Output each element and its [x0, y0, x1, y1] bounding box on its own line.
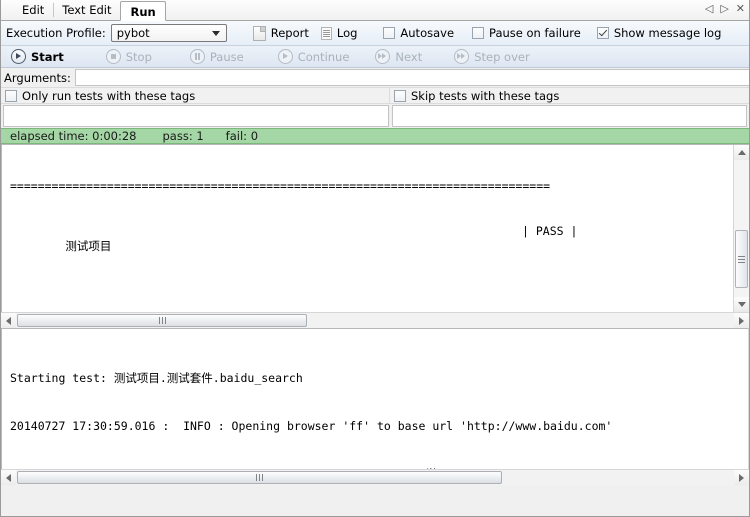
continue-label: Continue: [297, 49, 350, 64]
step-over-icon: [454, 49, 470, 64]
report-icon: [252, 25, 266, 41]
message-log-hscroll-thumb[interactable]: [17, 471, 502, 484]
console-suite-name: 测试项目: [65, 239, 112, 253]
pause-on-failure-checkbox[interactable]: Pause on failure: [472, 26, 581, 40]
only-run-tags-input[interactable]: [3, 105, 389, 127]
show-message-log-checkbox[interactable]: Show message log: [596, 26, 722, 40]
tab-edit[interactable]: Edit: [13, 0, 53, 20]
scroll-right-icon[interactable]: [734, 470, 749, 485]
tag-inputs-row: [1, 104, 749, 128]
skip-tags-input[interactable]: [392, 105, 747, 127]
console-hscroll-thumb[interactable]: [17, 314, 307, 327]
pause-icon: [189, 49, 205, 64]
checkbox-box: [394, 89, 406, 102]
report-label: Report: [270, 26, 309, 40]
tab-nav-controls: ◁ ▷ ✕: [705, 3, 745, 15]
stop-button[interactable]: Stop: [105, 49, 152, 64]
tab-text-edit[interactable]: Text Edit: [53, 0, 120, 20]
next-label: Next: [395, 49, 423, 64]
console-vertical-scrollbar[interactable]: [733, 145, 749, 312]
message-log-line: 20140727 17:30:59.016 : INFO : Opening b…: [10, 419, 613, 433]
scroll-up-icon[interactable]: [734, 145, 749, 160]
message-log-horizontal-scrollbar[interactable]: [1, 469, 749, 485]
run-status-bar: elapsed time: 0:00:28 pass: 1 fail: 0: [1, 128, 749, 144]
skip-tags-checkbox[interactable]: Skip tests with these tags: [390, 88, 749, 103]
execution-profile-value: pybot: [116, 26, 150, 40]
checkbox-box: [5, 89, 17, 102]
console-output-text[interactable]: ========================================…: [2, 145, 733, 312]
continue-icon: [277, 49, 293, 64]
only-run-tags-label: Only run tests with these tags: [22, 88, 196, 103]
play-icon: [11, 49, 26, 64]
continue-button[interactable]: Continue: [277, 49, 350, 64]
next-icon: [375, 49, 391, 64]
scroll-left-icon[interactable]: [1, 313, 16, 328]
tab-bar: Edit Text Edit Run ◁ ▷ ✕: [1, 0, 749, 21]
fail-count-text: fail: 0: [225, 129, 259, 143]
step-over-label: Step over: [474, 49, 530, 64]
stop-label: Stop: [125, 49, 152, 64]
arguments-row: Arguments:: [1, 68, 749, 87]
step-over-button[interactable]: Step over: [454, 49, 530, 64]
arguments-input[interactable]: [74, 69, 749, 86]
skip-tags-label: Skip tests with these tags: [411, 88, 560, 103]
log-button[interactable]: Log: [320, 26, 358, 40]
close-icon[interactable]: ✕: [736, 3, 745, 15]
console-suite-result: | PASS |: [522, 224, 578, 238]
checkbox-box: [472, 27, 485, 39]
checkbox-box: [383, 27, 396, 39]
console-suite-row: 测试项目 | PASS |: [10, 224, 733, 284]
log-label: Log: [336, 26, 358, 40]
scroll-right-icon[interactable]: [734, 313, 749, 328]
report-button[interactable]: Report: [252, 25, 309, 41]
pass-count-text: pass: 1: [162, 129, 204, 143]
checkbox-box-checked: [596, 27, 609, 39]
start-label: Start: [31, 49, 64, 64]
message-log-panel: Starting test: 测试项目.测试套件.baidu_search 20…: [1, 328, 749, 469]
pause-label: Pause: [209, 49, 244, 64]
start-button[interactable]: Start: [11, 49, 64, 64]
ride-run-tab-window: Edit Text Edit Run ◁ ▷ ✕ Execution Profi…: [0, 0, 750, 517]
run-control-toolbar: Start Stop Pause Continue Next Step over: [1, 46, 749, 68]
console-output-panel: ========================================…: [1, 144, 749, 312]
next-button[interactable]: Next: [375, 49, 422, 64]
autosave-checkbox[interactable]: Autosave: [383, 26, 454, 40]
tag-filter-row: Only run tests with these tags Skip test…: [1, 87, 749, 104]
pause-button[interactable]: Pause: [189, 49, 244, 64]
scroll-left-icon[interactable]: [1, 470, 16, 485]
stop-icon: [105, 49, 121, 64]
prev-tab-icon[interactable]: ◁: [705, 3, 713, 15]
console-vscroll-thumb[interactable]: [735, 230, 748, 288]
scroll-down-icon[interactable]: [734, 297, 749, 312]
pause-on-failure-label: Pause on failure: [489, 26, 581, 40]
execution-profile-label: Execution Profile:: [6, 26, 106, 40]
log-icon: [320, 26, 332, 40]
elapsed-time-text: elapsed time: 0:00:28: [10, 129, 137, 143]
only-run-tags-checkbox[interactable]: Only run tests with these tags: [1, 88, 390, 103]
message-log-text[interactable]: Starting test: 测试项目.测试套件.baidu_search 20…: [2, 329, 748, 469]
tab-run[interactable]: Run: [120, 1, 166, 21]
arguments-label: Arguments:: [4, 70, 71, 85]
execution-profile-select[interactable]: pybot: [110, 24, 227, 42]
autosave-label: Autosave: [400, 26, 455, 40]
console-horizontal-scrollbar[interactable]: [1, 312, 749, 328]
next-tab-icon[interactable]: ▷: [720, 3, 728, 15]
grip-icon: [738, 254, 745, 265]
console-separator-top: ========================================…: [10, 179, 551, 193]
chevron-down-icon: [211, 30, 220, 36]
message-log-line: Starting test: 测试项目.测试套件.baidu_search: [10, 371, 303, 385]
grip-icon: [256, 474, 263, 481]
grip-icon: [158, 317, 166, 324]
show-message-log-label: Show message log: [613, 26, 722, 40]
execution-toolbar: Execution Profile: pybot Report Log Auto…: [1, 21, 749, 46]
